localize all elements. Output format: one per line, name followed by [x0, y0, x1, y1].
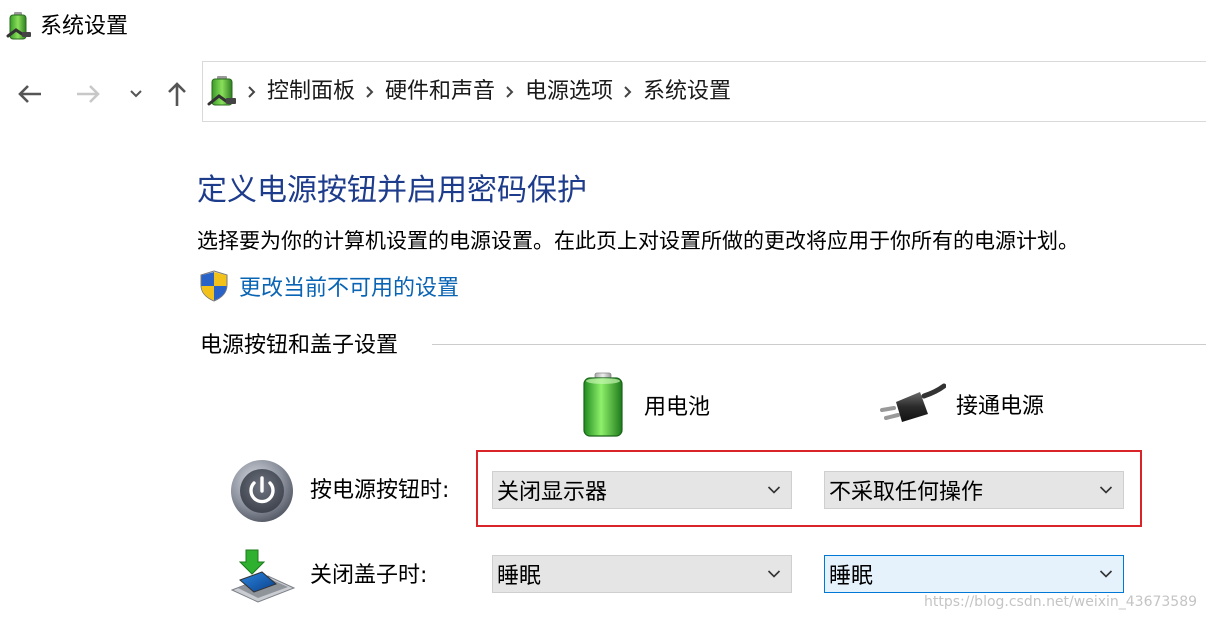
arrow-left-icon [18, 85, 41, 103]
window-title: 系统设置 [40, 14, 129, 39]
recent-locations-button[interactable] [124, 78, 148, 110]
battery-column-label: 用电池 [644, 395, 711, 420]
lid-close-battery-select[interactable]: 睡眠 [492, 555, 792, 593]
chevron-down-icon [1099, 570, 1113, 578]
lid-close-ac-value: 睡眠 [829, 564, 874, 589]
power-button-ac-select[interactable]: 不采取任何操作 [824, 471, 1124, 509]
arrow-up-icon [168, 82, 186, 106]
breadcrumb-hardware-sound[interactable]: 硬件和声音 [381, 77, 499, 107]
chevron-down-icon [767, 570, 781, 578]
lid-close-battery-value: 睡眠 [497, 564, 542, 589]
page-description: 选择要为你的计算机设置的电源设置。在此页上对设置所做的更改将应用于你所有的电源计… [197, 229, 1079, 253]
breadcrumb-power-options[interactable]: 电源选项 [521, 77, 617, 107]
change-settings-row: 更改当前不可用的设置 [199, 268, 459, 304]
power-button-battery-value: 关闭显示器 [497, 480, 608, 505]
power-button-ac-value: 不采取任何操作 [829, 480, 984, 505]
chevron-down-icon [767, 486, 781, 494]
battery-column-header: 用电池 [580, 372, 710, 438]
arrow-right-icon [77, 85, 100, 103]
lid-close-ac-select[interactable]: 睡眠 [824, 555, 1124, 593]
chevron-down-icon [1099, 486, 1113, 494]
laptop-lid-icon [230, 549, 296, 603]
page-title: 定义电源按钮并启用密码保护 [197, 173, 587, 208]
section-divider [432, 344, 1206, 345]
power-button-icon [231, 460, 293, 522]
battery-icon [583, 372, 623, 437]
plug-icon [880, 383, 946, 422]
power-options-icon [207, 75, 236, 105]
chevron-right-icon[interactable] [241, 82, 263, 102]
ac-column-label: 接通电源 [956, 394, 1045, 419]
chevron-right-icon[interactable] [617, 82, 639, 102]
power-button-battery-select[interactable]: 关闭显示器 [492, 471, 792, 509]
breadcrumb-system-settings[interactable]: 系统设置 [639, 77, 735, 107]
power-options-icon [6, 12, 31, 40]
watermark: https://blog.csdn.net/weixin_43673589 [924, 594, 1198, 610]
title-bar: 系统设置 [0, 0, 1206, 56]
breadcrumb-control-panel[interactable]: 控制面板 [263, 77, 359, 107]
chevron-right-icon[interactable] [359, 82, 381, 102]
address-bar[interactable]: 控制面板 硬件和声音 电源选项 系统设置 [202, 61, 1206, 122]
forward-button[interactable] [70, 78, 106, 110]
lid-close-label: 关闭盖子时: [310, 563, 428, 588]
change-unavailable-settings-link[interactable]: 更改当前不可用的设置 [239, 270, 459, 302]
section-header: 电源按钮和盖子设置 [200, 333, 399, 358]
chevron-down-icon [130, 90, 142, 98]
chevron-right-icon[interactable] [499, 82, 521, 102]
ac-column-header: 接通电源 [880, 382, 1044, 426]
power-button-label: 按电源按钮时: [310, 478, 450, 503]
up-button[interactable] [160, 78, 194, 110]
uac-shield-icon [200, 270, 228, 302]
back-button[interactable] [12, 78, 48, 110]
